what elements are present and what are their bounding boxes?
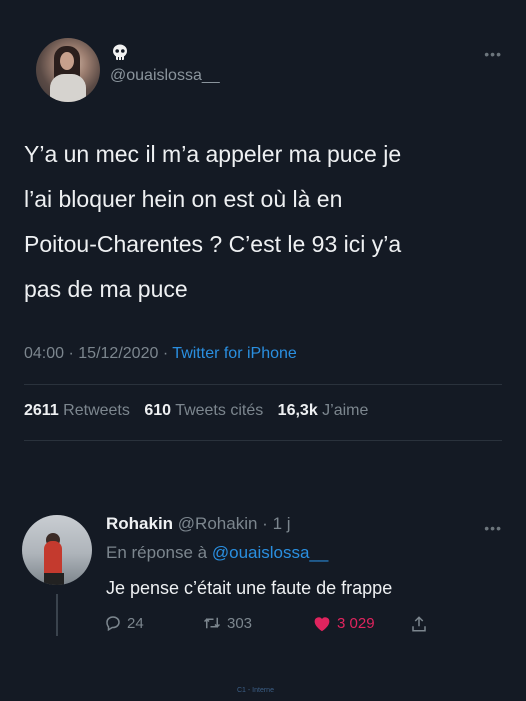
reply-icon — [106, 616, 120, 632]
replying-to-prefix: En réponse à — [106, 543, 208, 562]
divider — [24, 440, 502, 441]
meta-separator: · — [162, 345, 169, 362]
replying-to-mention[interactable]: @ouaislossa__ — [212, 543, 329, 562]
reply-count: 24 — [127, 614, 144, 632]
thread-line — [56, 594, 58, 636]
watermark: C1 - Interne — [237, 687, 274, 694]
reply-action[interactable]: 24 — [104, 614, 144, 632]
reply-header: Rohakin @Rohakin · 1 j — [106, 514, 291, 534]
retweets-stat[interactable]: 2611 Retweets — [24, 402, 130, 419]
retweets-count: 2611 — [24, 402, 59, 419]
share-icon — [412, 616, 426, 632]
more-options-icon[interactable]: ••• — [484, 46, 502, 62]
avatar-face — [60, 52, 74, 70]
tweet-date[interactable]: 15/12/2020 — [78, 345, 158, 362]
retweet-count: 303 — [227, 614, 253, 632]
reply-text: Je pense c’était une faute de frappe — [106, 578, 393, 598]
retweet-icon — [203, 617, 221, 629]
reply-author-avatar[interactable] — [22, 515, 92, 585]
tweet-screenshot: @ouaislossa__ ••• Y’a un mec il m’a appe… — [0, 0, 526, 701]
meta-separator: · — [68, 345, 74, 362]
reply-author-handle[interactable]: @Rohakin — [178, 514, 258, 533]
like-action[interactable]: 3 029 — [312, 614, 375, 632]
likes-stat[interactable]: 16,3k J’aime — [278, 402, 369, 419]
reply-author-name[interactable]: Rohakin — [106, 514, 173, 533]
likes-count: 16,3k — [277, 402, 318, 419]
author-handle[interactable]: @ouaislossa__ — [110, 67, 220, 85]
author-avatar[interactable] — [36, 38, 100, 102]
tweet-metadata: 04:00 · 15/12/2020 · Twitter for iPhone — [24, 345, 297, 363]
tweet-source-link[interactable]: Twitter for iPhone — [172, 345, 297, 362]
tweet-text-line: pas de ma puce — [24, 276, 188, 302]
heart-icon — [314, 617, 330, 632]
tweet-text-line: Poitou-Charentes ? C’est le 93 ici y’a — [24, 231, 402, 257]
quotes-count: 610 — [144, 402, 172, 419]
tweet-stats: 2611 Retweets 610 Tweets cités 16,3k J’a… — [24, 402, 368, 420]
likes-label: J’aime — [322, 402, 369, 419]
avatar-body — [50, 74, 86, 102]
retweet-action[interactable]: 303 — [202, 614, 252, 632]
divider — [24, 384, 502, 385]
reply-actions: 24 303 3 029 — [104, 614, 444, 638]
reply-more-options-icon[interactable]: ••• — [484, 520, 502, 536]
tweet-time[interactable]: 04:00 — [24, 345, 64, 362]
tweet-text-line: l’ai bloquer hein on est où là en — [24, 186, 343, 212]
retweets-label: Retweets — [63, 402, 130, 419]
skull-icon — [113, 44, 127, 60]
quotes-stat[interactable]: 610 Tweets cités — [144, 402, 263, 419]
reply-separator: · — [262, 514, 268, 533]
tweet-text-line: Y’a un mec il m’a appeler ma puce je — [24, 141, 402, 167]
quotes-label: Tweets cités — [175, 402, 264, 419]
reply-age[interactable]: 1 j — [273, 514, 291, 533]
replying-to: En réponse à @ouaislossa__ — [106, 543, 328, 563]
tweet-text: Y’a un mec il m’a appeler ma puce je l’a… — [24, 132, 504, 312]
like-count: 3 029 — [337, 614, 375, 632]
avatar-legs — [44, 573, 64, 585]
share-action[interactable] — [410, 614, 428, 634]
